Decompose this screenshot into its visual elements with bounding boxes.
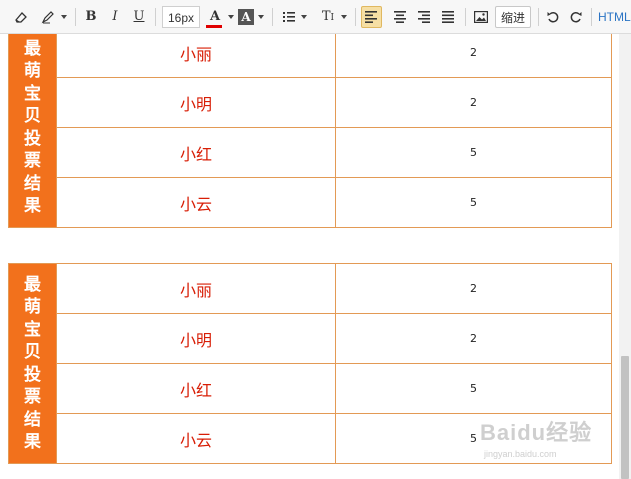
align-center-icon [393, 11, 406, 23]
candidate-name-cell[interactable]: 小云 [56, 413, 336, 464]
chevron-down-icon[interactable] [301, 15, 307, 19]
candidate-name-cell[interactable]: 小丽 [56, 263, 336, 314]
toolbar-divider [591, 8, 592, 26]
toolbar-divider [272, 8, 273, 26]
watermark-logo: Baidu经验 [480, 420, 593, 445]
toolbar-divider [355, 8, 356, 26]
candidate-name-cell[interactable]: 小云 [56, 177, 336, 228]
align-left-button[interactable] [361, 6, 382, 28]
chevron-down-icon[interactable] [228, 15, 234, 19]
font-size-select[interactable]: 16px [162, 6, 200, 28]
justify-button[interactable] [438, 6, 458, 28]
align-justify-icon [441, 11, 454, 23]
vote-table-1: 最萌宝贝投票结果 小丽 2 小明 2 小红 5 小云 5 [8, 27, 612, 228]
candidate-name-cell[interactable]: 小红 [56, 363, 336, 414]
chevron-down-icon[interactable] [341, 15, 347, 19]
toolbar-divider [75, 8, 76, 26]
image-icon [474, 11, 489, 24]
table-row: 小明 2 [9, 313, 612, 364]
heading-button[interactable]: TI [318, 6, 338, 28]
vote-count-cell[interactable]: 2 [335, 77, 612, 128]
redo-icon [570, 11, 582, 23]
heading-glyph: T [321, 9, 331, 24]
table-label-cell[interactable]: 最萌宝贝投票结果 [8, 27, 57, 228]
vote-count-cell[interactable]: 2 [335, 313, 612, 364]
chevron-down-icon[interactable] [258, 15, 264, 19]
toolbar-divider [538, 8, 539, 26]
font-color-glyph: A [209, 9, 221, 24]
brush-icon [41, 11, 54, 24]
toolbar-divider [465, 8, 466, 26]
heading-sub-icon: I [330, 13, 335, 23]
candidate-name-cell[interactable]: 小明 [56, 313, 336, 364]
align-center-button[interactable] [390, 6, 410, 28]
vote-count-cell[interactable]: 5 [335, 363, 612, 414]
table-label-cell[interactable]: 最萌宝贝投票结果 [8, 263, 57, 464]
candidate-name-cell[interactable]: 小红 [56, 127, 336, 178]
highlight-color-button[interactable]: A [238, 9, 254, 25]
clear-format-button[interactable] [10, 6, 32, 28]
align-left-icon [365, 11, 377, 23]
table-label: 最萌宝贝投票结果 [24, 38, 41, 217]
vote-count-cell[interactable]: 5 [335, 177, 612, 228]
watermark-url: jingyan.baidu.com [484, 449, 557, 459]
underline-button[interactable]: U [130, 6, 148, 28]
candidate-name-cell[interactable]: 小丽 [56, 27, 336, 78]
highlight-glyph: A [241, 10, 251, 24]
vote-count-cell[interactable]: 2 [335, 263, 612, 314]
bold-button[interactable]: B [82, 6, 100, 28]
list-button[interactable] [280, 6, 298, 28]
editor-toolbar: B I U 16px A A TI 缩进 HTML [0, 0, 631, 34]
align-right-icon [417, 11, 430, 23]
font-color-swatch [206, 25, 222, 28]
insert-image-button[interactable] [471, 6, 491, 28]
table-row: 小云 5 [9, 177, 612, 228]
watermark: Baidu经验 jingyan.baidu.com [480, 415, 620, 465]
undo-button[interactable] [544, 6, 562, 28]
undo-icon [547, 11, 559, 23]
candidate-name-cell[interactable]: 小明 [56, 77, 336, 128]
align-right-button[interactable] [414, 6, 434, 28]
list-icon [283, 12, 295, 22]
vertical-scrollbar[interactable] [619, 34, 631, 479]
toolbar-divider [155, 8, 156, 26]
table-row: 小红 5 [9, 127, 612, 178]
eraser-icon [15, 12, 27, 23]
format-brush-button[interactable] [38, 6, 58, 28]
table-label: 最萌宝贝投票结果 [24, 274, 41, 453]
redo-button[interactable] [567, 6, 585, 28]
indent-button[interactable]: 缩进 [495, 6, 531, 28]
scrollbar-thumb[interactable] [621, 356, 629, 479]
table-row: 最萌宝贝投票结果 小丽 2 [8, 263, 612, 464]
italic-button[interactable]: I [106, 6, 124, 28]
vote-count-cell[interactable]: 2 [335, 27, 612, 78]
chevron-down-icon[interactable] [61, 15, 67, 19]
html-source-button[interactable]: HTML [598, 6, 631, 28]
vote-count-cell[interactable]: 5 [335, 127, 612, 178]
table-row: 小明 2 [9, 77, 612, 128]
table-row: 小红 5 [9, 363, 612, 414]
table-row: 最萌宝贝投票结果 小丽 2 [8, 27, 612, 228]
